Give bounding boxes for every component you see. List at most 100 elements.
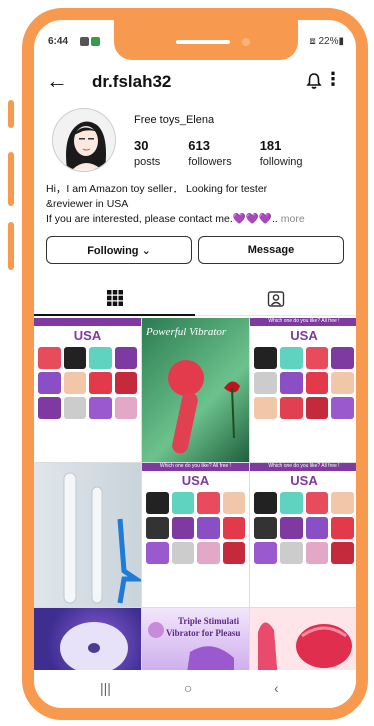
product-thumb	[331, 542, 354, 564]
product-thumb	[222, 517, 245, 539]
product-thumb	[146, 542, 169, 564]
product-thumb	[114, 397, 137, 419]
product-thumb	[89, 397, 112, 419]
product-thumb	[197, 542, 220, 564]
profile-username: dr.fslah32	[92, 72, 172, 91]
product-thumb	[146, 517, 169, 539]
product-thumb	[254, 492, 277, 514]
volume-down-button	[8, 152, 14, 206]
product-thumb	[89, 372, 112, 394]
chat-notification-icon	[91, 37, 100, 46]
product-thumb	[305, 517, 329, 539]
camera-notch	[114, 20, 298, 60]
product-grid	[142, 488, 249, 568]
bio-line: If you are interested, please contact me…	[46, 212, 346, 227]
product-thumb	[197, 517, 220, 539]
post-thumbnail[interactable]: USA	[34, 318, 141, 462]
card-caption: Which one do you like? All free !	[250, 318, 356, 326]
bio-line: &reviewer in USA	[46, 198, 129, 210]
product-thumb	[305, 492, 329, 514]
bio-more-link[interactable]: more	[281, 213, 305, 225]
camera-dot	[242, 38, 250, 46]
android-nav-bar: ||| ○ ‹	[34, 670, 356, 708]
message-button[interactable]: Message	[198, 236, 344, 264]
product-thumb	[171, 517, 194, 539]
post-thumbnail[interactable]: Which one do you like? All free ! USA	[142, 463, 249, 607]
grid-icon	[106, 290, 123, 306]
product-thumb	[38, 347, 61, 369]
product-thumb	[222, 542, 245, 564]
posts-grid: USA Powerful Vibrator Which one do you l…	[34, 318, 356, 680]
product-thumb	[114, 347, 137, 369]
stat-following[interactable]: 181 following	[260, 138, 303, 168]
more-options-icon[interactable]: ⋮	[324, 70, 342, 88]
card-title: USA	[73, 328, 102, 343]
product-thumb	[38, 372, 61, 394]
product-grid	[250, 488, 356, 568]
product-thumb	[279, 517, 303, 539]
product-thumb	[254, 517, 277, 539]
product-thumb	[254, 347, 277, 369]
card-title: USA	[290, 328, 318, 343]
profile-stats: 30 posts 613 followers 181 following	[134, 138, 331, 168]
tab-posts-grid[interactable]	[34, 282, 195, 316]
product-thumb	[171, 492, 194, 514]
product-thumb	[254, 372, 277, 394]
status-time: 6:44	[48, 36, 69, 47]
product-thumb	[305, 542, 329, 564]
back-arrow-icon[interactable]: ←	[46, 70, 68, 92]
card-caption: Which one do you like? All free !	[250, 463, 356, 471]
product-thumb	[197, 492, 220, 514]
notification-icons	[80, 37, 100, 46]
post-thumbnail[interactable]: Which one do you like? All free ! USA	[250, 463, 356, 607]
product-thumb	[331, 492, 354, 514]
tagged-person-icon	[267, 291, 284, 307]
product-grid	[34, 343, 141, 423]
phone-frame: 6:44 ⧈ 22%▮ ← dr.fslah32 ⋮ Free toys_Ele…	[22, 8, 368, 720]
power-button	[8, 222, 14, 270]
product-thumb	[254, 542, 277, 564]
product-thumb	[114, 372, 137, 394]
gallery-notification-icon	[80, 37, 89, 46]
bio-text: If you are interested, please contact me…	[46, 213, 278, 225]
card-title: USA	[181, 473, 210, 488]
product-thumb	[279, 372, 303, 394]
product-thumb	[63, 347, 86, 369]
product-thumb	[331, 397, 354, 419]
product-thumb	[305, 397, 329, 419]
post-thumbnail[interactable]: Powerful Vibrator	[142, 318, 249, 462]
stat-followers[interactable]: 613 followers	[188, 138, 231, 168]
product-thumb	[38, 397, 61, 419]
tab-tagged[interactable]	[195, 282, 356, 316]
card-top-bar	[34, 318, 141, 326]
home-icon[interactable]: ○	[184, 680, 192, 696]
product-thumb	[222, 492, 245, 514]
battery-indicator: ⧈ 22%▮	[309, 36, 344, 47]
product-thumb	[63, 397, 86, 419]
card-title: USA	[290, 473, 318, 488]
profile-header: ← dr.fslah32 ⋮	[34, 66, 356, 100]
back-nav-icon[interactable]: ‹	[274, 680, 279, 696]
product-thumb	[171, 542, 194, 564]
product-thumb	[331, 372, 354, 394]
product-thumb	[254, 397, 277, 419]
product-thumb	[331, 347, 354, 369]
post-thumbnail[interactable]	[34, 463, 141, 607]
stat-posts[interactable]: 30 posts	[134, 138, 160, 168]
volume-up-button	[8, 100, 14, 128]
card-caption: Which one do you like? All free !	[142, 463, 249, 471]
product-thumb	[279, 492, 303, 514]
avatar-illustration	[53, 109, 115, 171]
following-button[interactable]: Following ⌄	[46, 236, 192, 264]
bio-line: Hi，I am Amazon toy seller． Looking for t…	[46, 183, 268, 195]
recent-apps-icon[interactable]: |||	[100, 680, 111, 696]
clear-tubes-illustration	[63, 472, 141, 604]
rose-wand-illustration	[168, 360, 240, 454]
product-thumb	[63, 372, 86, 394]
product-thumb	[279, 542, 303, 564]
avatar[interactable]	[52, 108, 116, 172]
post-thumbnail[interactable]: Which one do you like? All free ! USA	[250, 318, 356, 462]
profile-bio: Hi，I am Amazon toy seller． Looking for t…	[46, 182, 346, 227]
stat-label: followers	[188, 156, 232, 168]
bell-icon[interactable]	[306, 72, 322, 90]
